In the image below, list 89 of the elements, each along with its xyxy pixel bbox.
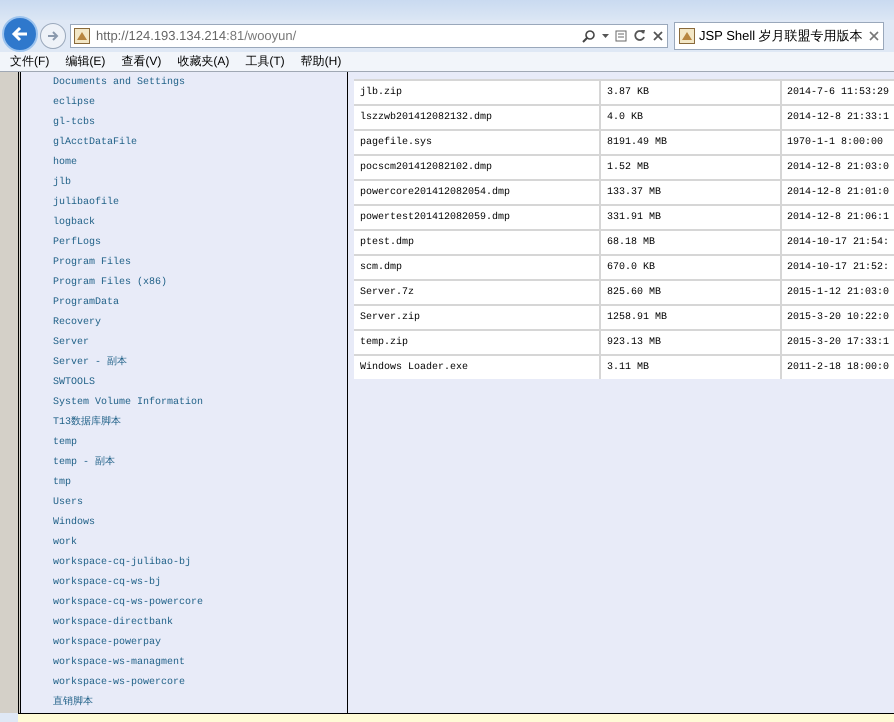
modified-date-cell-text: 2015-3-20 17:33:1 xyxy=(786,336,890,350)
folder-link[interactable]: ProgramData xyxy=(53,298,120,308)
file-size-cell: 133.37 MB xyxy=(601,180,782,204)
file-size-cell: 670.0 KB xyxy=(601,256,782,279)
file-size-cell: 8191.49 MB xyxy=(601,130,782,154)
menu-item[interactable]: 文件(F) xyxy=(4,52,56,70)
url-text: http://124.193.134.214 xyxy=(96,27,226,46)
compatibility-icon[interactable] xyxy=(615,30,627,42)
folder-link[interactable]: work xyxy=(53,538,78,548)
folder-link[interactable]: workspace-ws-managment xyxy=(53,658,186,668)
file-size-cell: 4.0 KB xyxy=(601,106,782,129)
folder-link[interactable]: PerfLogs xyxy=(53,238,102,248)
file-size-cell: 68.18 MB xyxy=(601,230,782,254)
file-name-cell[interactable]: pocscm201412082102.dmp xyxy=(354,156,601,179)
file-name-cell[interactable]: Server.7z xyxy=(354,280,601,304)
file-size-cell: 923.13 MB xyxy=(601,330,782,354)
folder-link[interactable]: Documents and Settings xyxy=(53,78,186,88)
folder-link[interactable]: System Volume Information xyxy=(53,398,204,408)
forward-button[interactable] xyxy=(40,22,66,49)
folder-link[interactable]: eclipse xyxy=(53,98,96,108)
folder-link[interactable]: 直销脚本 xyxy=(53,698,93,708)
folder-link[interactable]: Server xyxy=(53,338,90,348)
file-size-cell: 1.52 MB xyxy=(601,156,782,179)
modified-date-cell-text: 2014-12-8 21:06:1 xyxy=(786,210,890,225)
file-name-cell[interactable]: powertest201412082059.dmp xyxy=(354,206,601,229)
folder-link[interactable]: jlb xyxy=(53,178,72,188)
modified-date-cell-text: 2014-12-8 21:33:1 xyxy=(786,110,890,125)
modified-date-cell-text: 2014-12-8 21:01:0 xyxy=(786,186,890,200)
modified-date-cell-text: 2015-1-12 21:03:0 xyxy=(786,286,890,300)
file-name-cell[interactable]: temp.zip xyxy=(354,330,601,354)
folder-link[interactable]: Users xyxy=(53,498,84,508)
forward-arrow-icon xyxy=(46,28,60,43)
folder-link[interactable]: glAcctDataFile xyxy=(53,138,138,148)
folder-link[interactable]: tmp xyxy=(53,478,72,488)
file-name-cell[interactable]: Server.zip xyxy=(354,306,601,329)
menu-item[interactable]: 收藏夹(A) xyxy=(171,52,236,70)
file-size-cell: 1258.91 MB xyxy=(601,306,782,329)
file-name-cell[interactable]: pagefile.sys xyxy=(354,130,601,154)
menu-item[interactable]: 查看(V) xyxy=(115,52,168,70)
folder-link[interactable]: Server - 副本 xyxy=(53,358,128,368)
modified-date-cell-text: 1970-1-1 8:00:00 xyxy=(786,136,884,150)
file-name-cell[interactable]: ptest.dmp xyxy=(354,230,601,254)
modified-date-cell-text: 2014-7-6 11:53:29 xyxy=(786,86,890,100)
folder-link[interactable]: workspace-cq-ws-bj xyxy=(53,578,162,588)
folder-link[interactable]: workspace-directbank xyxy=(53,618,174,628)
folder-link[interactable]: Program Files xyxy=(53,258,132,268)
close-icon[interactable] xyxy=(652,30,664,42)
folder-link[interactable]: Recovery xyxy=(53,318,102,328)
folder-link[interactable]: Windows xyxy=(53,518,96,528)
file-name-cell[interactable]: jlb.zip xyxy=(354,80,601,104)
folder-link[interactable]: temp xyxy=(53,438,78,448)
folder-link[interactable]: gl-tcbs xyxy=(53,118,96,128)
menu-item[interactable]: 编辑(E) xyxy=(59,52,112,70)
file-name-cell[interactable]: Windows Loader.exe xyxy=(354,356,601,379)
folder-link[interactable]: temp - 副本 xyxy=(53,458,116,468)
folder-link[interactable]: SWTOOLS xyxy=(53,378,96,388)
folder-link[interactable]: workspace-cq-ws-powercore xyxy=(53,598,204,608)
file-size-cell: 331.91 MB xyxy=(601,206,782,229)
page-icon xyxy=(679,28,695,44)
address-field[interactable]: http://124.193.134.214:81/wooyun/ xyxy=(70,24,668,48)
url-port-path: :81/wooyun/ xyxy=(226,27,296,46)
menu-item[interactable]: 帮助(H) xyxy=(294,52,348,70)
dropdown-caret-icon[interactable] xyxy=(602,34,609,38)
modified-date-cell-text: 2014-10-17 21:52: xyxy=(786,260,890,275)
back-button[interactable] xyxy=(2,16,38,52)
refresh-icon[interactable] xyxy=(633,29,646,42)
folder-link[interactable]: home xyxy=(53,158,78,168)
folder-link[interactable]: workspace-cq-julibao-bj xyxy=(53,558,192,568)
folder-link[interactable]: logback xyxy=(53,218,96,228)
menu-item[interactable]: 工具(T) xyxy=(239,52,291,70)
search-icon[interactable] xyxy=(582,28,596,43)
folder-link[interactable]: Program Files (x86) xyxy=(53,278,168,288)
page-icon xyxy=(74,28,90,44)
file-name-cell[interactable]: powercore201412082054.dmp xyxy=(354,180,601,204)
file-name-cell[interactable]: lszzwb201412082132.dmp xyxy=(354,106,601,129)
folder-link[interactable]: julibaofile xyxy=(53,198,120,208)
browser-tab[interactable]: JSP Shell 岁月联盟专用版本 xyxy=(674,22,884,50)
modified-date-cell-text: 2014-12-8 21:03:0 xyxy=(786,160,890,175)
folder-link[interactable]: workspace-ws-powercore xyxy=(53,678,186,688)
modified-date-cell-text: 2011-2-18 18:00:0 xyxy=(786,360,890,375)
modified-date-cell-text: 2014-10-17 21:54: xyxy=(786,236,890,250)
file-size-cell: 825.60 MB xyxy=(601,280,782,304)
close-icon[interactable] xyxy=(869,30,879,41)
folder-link[interactable]: T13数据库脚本 xyxy=(53,418,122,428)
file-size-cell: 3.11 MB xyxy=(601,356,782,379)
file-size-cell: 3.87 KB xyxy=(601,80,782,104)
modified-date-cell-text: 2015-3-20 10:22:0 xyxy=(786,310,890,325)
file-name-cell[interactable]: scm.dmp xyxy=(354,256,601,279)
folder-link[interactable]: workspace-powerpay xyxy=(53,638,162,648)
